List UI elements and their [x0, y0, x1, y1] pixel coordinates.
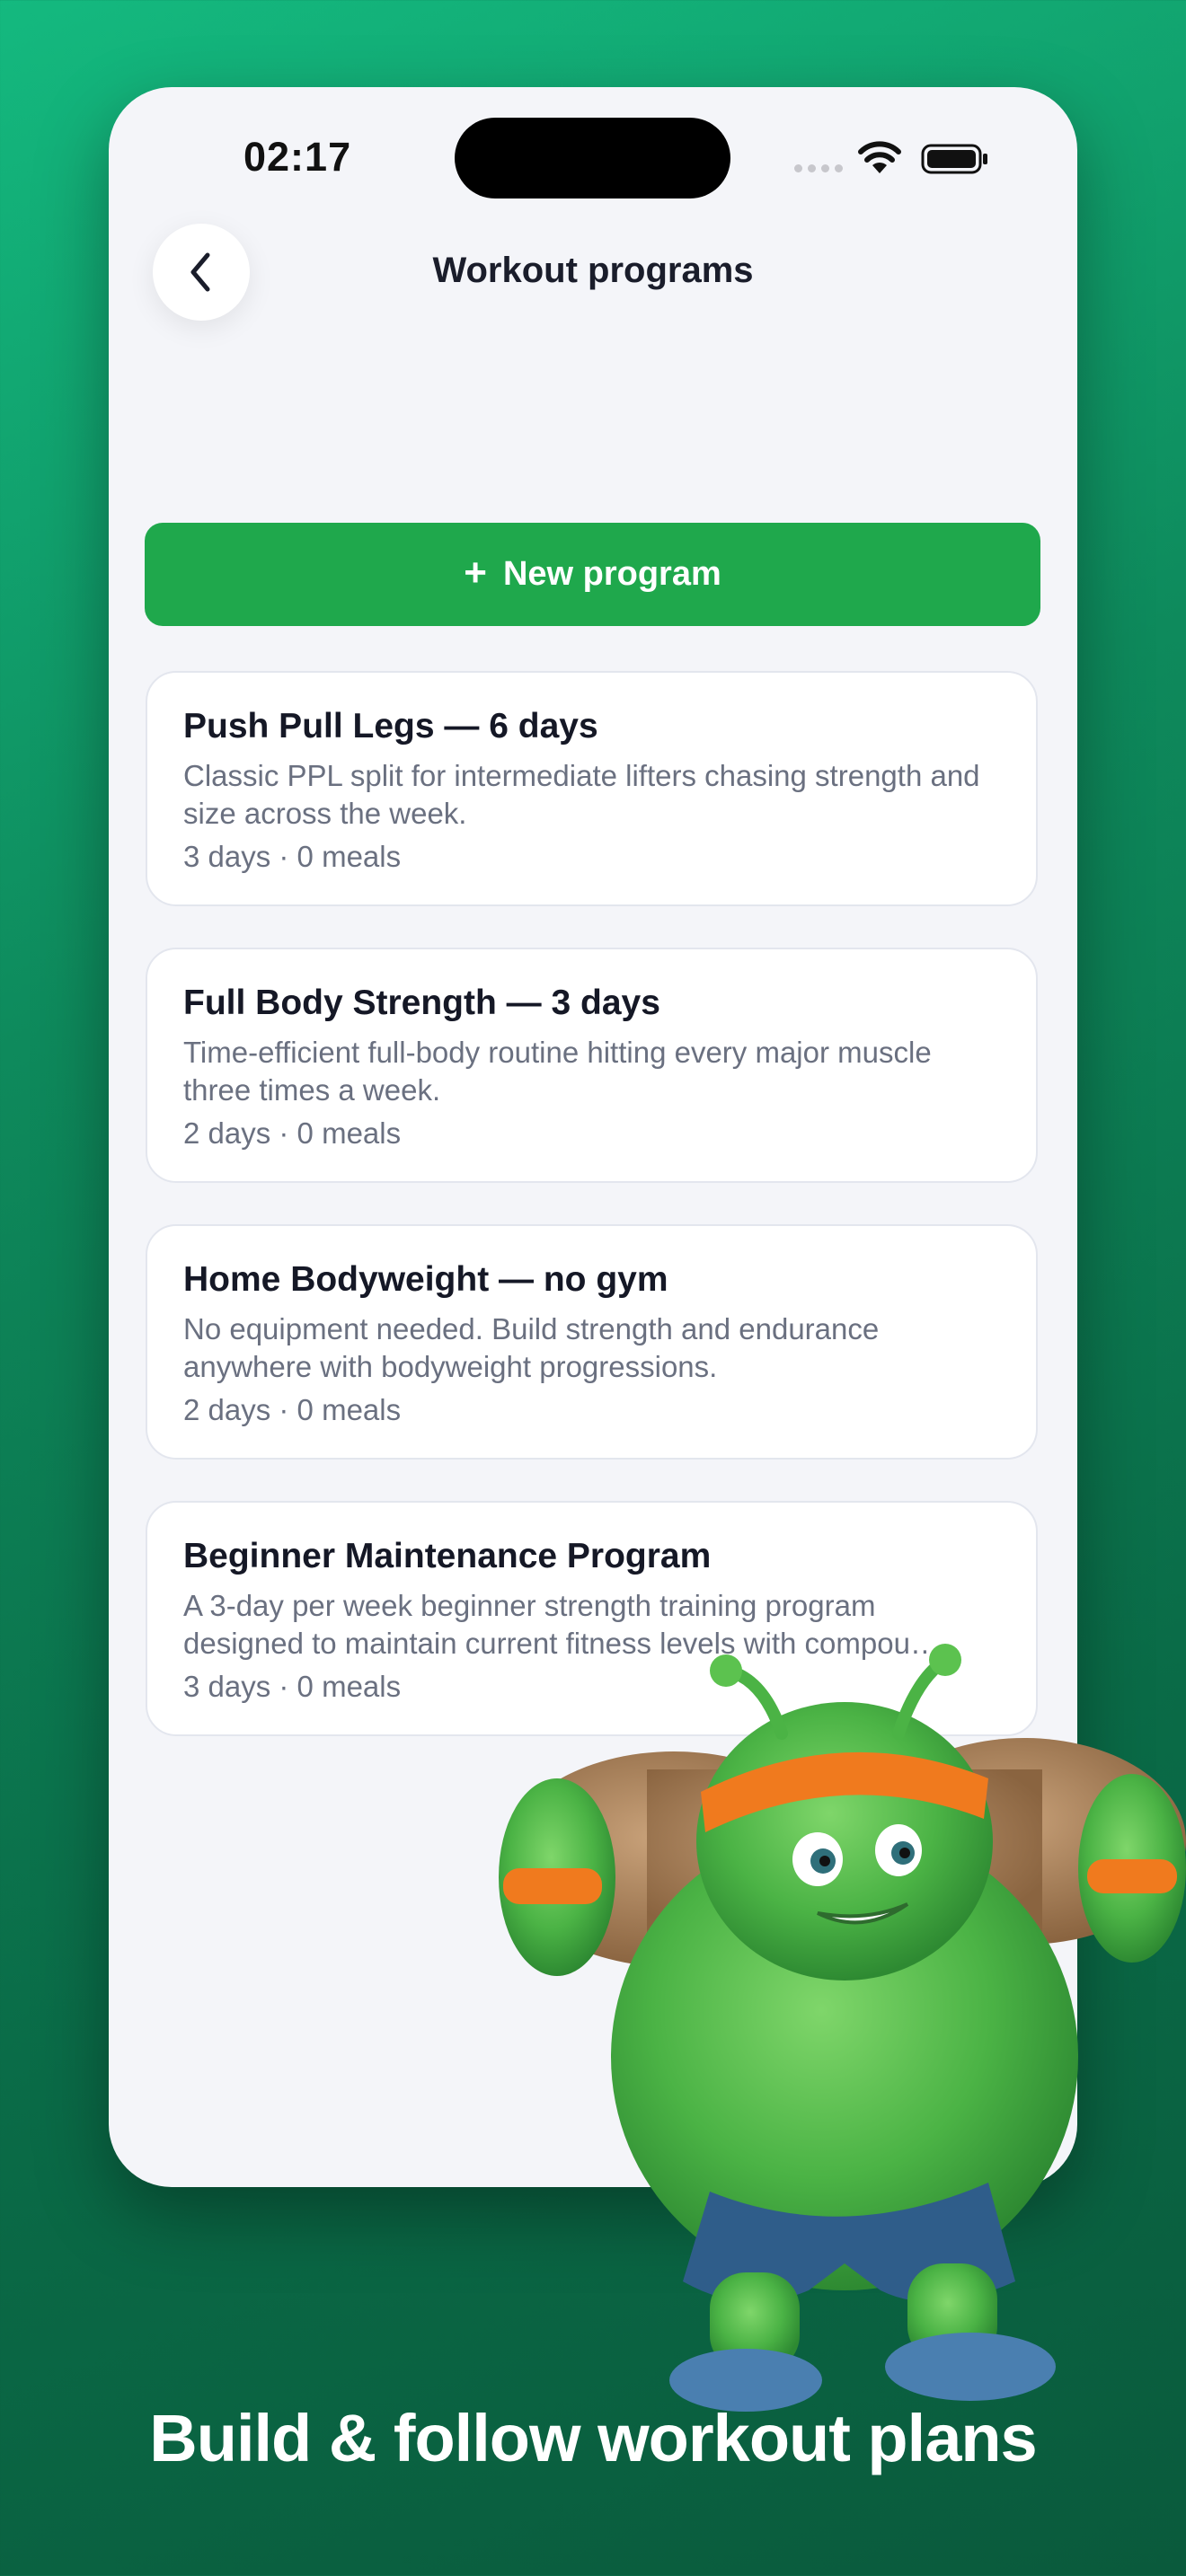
program-meta: 2 days · 0 meals [183, 1393, 402, 1426]
program-card[interactable]: Full Body Strength — 3 days Time-efficie… [146, 948, 1038, 1183]
program-description: Time-efficient full-body routine hitting… [183, 1036, 932, 1107]
plus-icon: + [464, 550, 487, 595]
program-meta: 3 days · 0 meals [183, 840, 402, 873]
wifi-icon [858, 141, 901, 173]
battery-icon [921, 144, 987, 174]
mascot-illustration [499, 1644, 1186, 2412]
dynamic-island [455, 118, 730, 198]
program-card[interactable]: Home Bodyweight — no gym No equipment ne… [146, 1224, 1038, 1460]
program-title: Push Pull Legs — 6 days [183, 707, 598, 745]
new-program-button[interactable]: + New program [145, 523, 1040, 626]
new-program-label: New program [502, 555, 721, 593]
program-meta: 2 days · 0 meals [183, 1116, 402, 1150]
program-card[interactable]: Push Pull Legs — 6 days Classic PPL spli… [146, 671, 1038, 906]
status-time: 02:17 [243, 134, 352, 180]
cellular-signal-icon [794, 164, 843, 172]
program-description: Classic PPL split for intermediate lifte… [183, 759, 980, 830]
program-title: Full Body Strength — 3 days [183, 984, 660, 1022]
program-description: No equipment needed. Build strength and … [183, 1312, 880, 1383]
page-title: Workout programs [432, 251, 754, 290]
program-title: Beginner Maintenance Program [183, 1537, 712, 1575]
program-title: Home Bodyweight — no gym [183, 1260, 668, 1299]
marketing-caption: Build & follow workout plans [149, 2401, 1037, 2475]
